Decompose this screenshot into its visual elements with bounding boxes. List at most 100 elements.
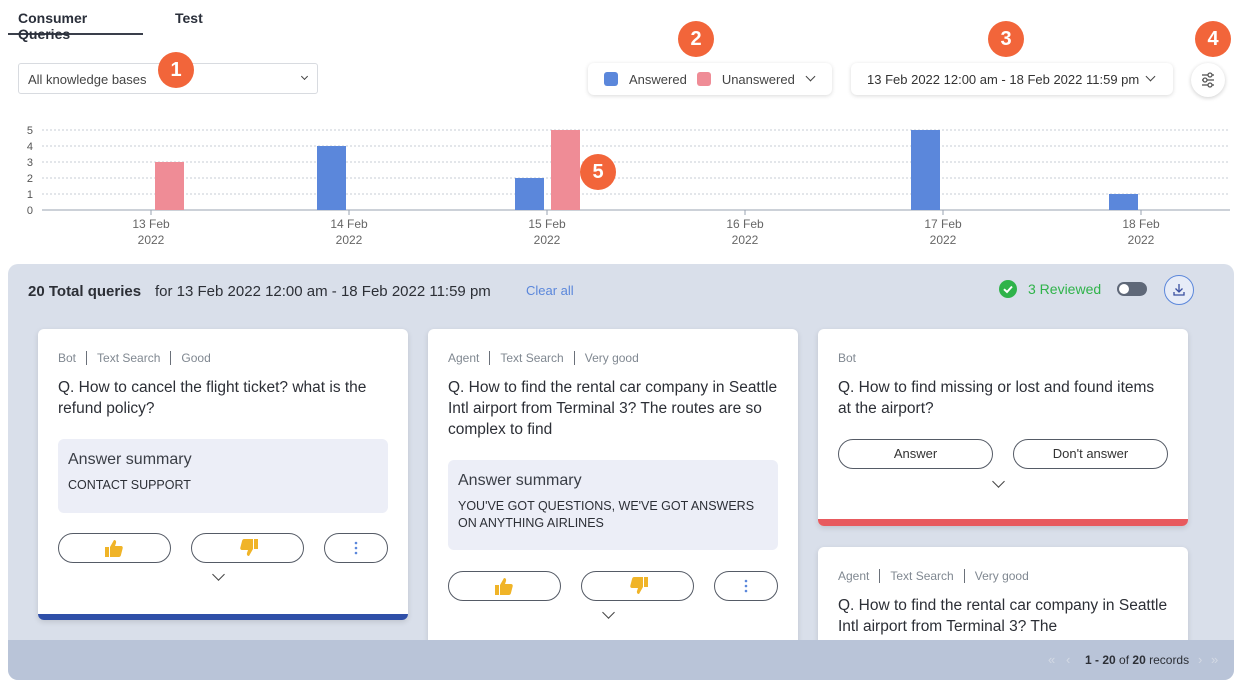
x-tick-label: 2022 xyxy=(138,233,165,247)
check-circle-icon xyxy=(999,280,1017,298)
prev-page-icon[interactable]: ‹ xyxy=(1066,652,1070,667)
thumbs-down-icon xyxy=(629,577,648,594)
queries-panel-header: 20 Total queries for 13 Feb 2022 12:00 a… xyxy=(8,264,1234,318)
answered-bar xyxy=(911,130,940,210)
answered-bar xyxy=(1109,194,1138,210)
last-page-icon[interactable]: » xyxy=(1211,652,1218,667)
x-tick-label: 2022 xyxy=(930,233,957,247)
x-tick-label: 17 Feb xyxy=(924,217,962,231)
query-card[interactable]: Bot Text Search Good Q. How to cancel th… xyxy=(38,329,408,620)
thumbs-up-icon xyxy=(494,578,513,595)
card-status-bar xyxy=(38,614,408,620)
pagination-total: 20 xyxy=(1132,653,1146,667)
search-type-tag: Text Search xyxy=(879,569,963,583)
filter-settings-button[interactable] xyxy=(1191,63,1225,97)
y-tick-label: 5 xyxy=(27,125,33,137)
queries-bar-chart: 0 1 2 3 4 5 13 Feb 2022 14 Feb 2022 15 Feb 2022 16 F… xyxy=(27,125,1230,247)
channel-tag: Agent xyxy=(448,351,480,365)
tab-consumer-queries[interactable]: Consumer Queries xyxy=(8,0,143,42)
x-tick-label: 15 Feb xyxy=(528,217,566,231)
clear-all-link[interactable]: Clear all xyxy=(526,283,574,298)
step-badge-1: 1 xyxy=(158,52,194,88)
download-button[interactable] xyxy=(1164,275,1194,305)
x-tick-label: 18 Feb xyxy=(1122,217,1160,231)
pagination-bar: « ‹ 1 - 20 of 20 records › » xyxy=(8,640,1234,680)
thumbs-up-button[interactable] xyxy=(58,533,171,563)
query-card[interactable]: Bot Q. How to find missing or lost and f… xyxy=(818,329,1188,526)
more-vertical-icon xyxy=(744,579,748,593)
thumbs-down-icon xyxy=(239,539,258,556)
expand-chevron-icon[interactable] xyxy=(992,475,1005,488)
pagination-text: 1 - 20 of 20 records xyxy=(1085,653,1189,667)
pagination-records: records xyxy=(1149,653,1190,667)
total-queries: 20 Total queries xyxy=(28,283,142,300)
answer-summary: Answer summary YOU'VE GOT QUESTIONS, WE'… xyxy=(448,460,778,550)
query-question: Q. How to find the rental car company in… xyxy=(448,379,778,438)
step-badge-4: 4 xyxy=(1195,21,1231,57)
channel-tag: Agent xyxy=(838,569,870,583)
y-tick-label: 0 xyxy=(27,205,33,217)
answer-button[interactable]: Answer xyxy=(838,439,993,469)
answered-swatch xyxy=(604,72,618,86)
search-type-tag: Text Search xyxy=(86,351,170,365)
next-page-icon[interactable]: › xyxy=(1198,652,1202,667)
chevron-down-icon xyxy=(300,72,309,81)
thumbs-up-icon xyxy=(104,540,123,557)
y-tick-label: 1 xyxy=(27,189,33,201)
x-tick-label: 16 Feb xyxy=(726,217,764,231)
thumbs-down-button[interactable] xyxy=(581,571,694,601)
unanswered-label: Unanswered xyxy=(721,71,795,87)
pagination-of: of xyxy=(1119,653,1130,667)
download-icon xyxy=(1173,284,1185,296)
answered-bar xyxy=(317,146,346,210)
answer-summary-text: CONTACT SUPPORT xyxy=(68,478,191,492)
reviewed-toggle[interactable] xyxy=(1117,282,1147,296)
query-tags: Agent Text Search Very good xyxy=(838,569,1039,583)
expand-chevron-icon[interactable] xyxy=(602,606,615,619)
unanswered-bar xyxy=(155,162,184,210)
x-tick-label: 13 Feb xyxy=(132,217,170,231)
more-vertical-icon xyxy=(354,541,358,555)
tab-bar: Consumer Queries Test xyxy=(8,0,213,42)
expand-chevron-icon[interactable] xyxy=(212,568,225,581)
rating-tag: Very good xyxy=(963,569,1039,583)
unanswered-bar xyxy=(551,130,580,210)
toggle-knob xyxy=(1119,284,1129,294)
date-range-value: 13 Feb 2022 12:00 am - 18 Feb 2022 11:59… xyxy=(867,72,1140,87)
y-tick-label: 3 xyxy=(27,157,33,169)
more-options-button[interactable] xyxy=(324,533,388,563)
sliders-icon xyxy=(1202,72,1214,88)
dont-answer-button[interactable]: Don't answer xyxy=(1013,439,1168,469)
query-card[interactable]: Agent Text Search Very good Q. How to fi… xyxy=(428,329,798,669)
query-date-range: for 13 Feb 2022 12:00 am - 18 Feb 2022 1… xyxy=(155,283,491,300)
query-question: Q. How to find the rental car company in… xyxy=(838,597,1168,635)
query-tags: Bot Text Search Good xyxy=(58,351,221,365)
x-tick-label: 14 Feb xyxy=(330,217,368,231)
card-status-bar xyxy=(818,519,1188,526)
answer-summary-title: Answer summary xyxy=(458,472,582,489)
search-type-tag: Text Search xyxy=(489,351,573,365)
channel-tag: Bot xyxy=(58,351,77,365)
query-question: Q. How to cancel the flight ticket? what… xyxy=(58,379,367,417)
y-tick-label: 2 xyxy=(27,173,33,185)
tab-test[interactable]: Test xyxy=(165,0,213,35)
x-tick-label: 2022 xyxy=(1128,233,1155,247)
first-page-icon[interactable]: « xyxy=(1048,652,1055,667)
x-tick-label: 2022 xyxy=(534,233,561,247)
thumbs-up-button[interactable] xyxy=(448,571,561,601)
queries-panel: 20 Total queries for 13 Feb 2022 12:00 a… xyxy=(8,264,1234,680)
query-question: Q. How to find missing or lost and found… xyxy=(838,379,1155,417)
step-badge-3: 3 xyxy=(988,21,1024,57)
answered-bar xyxy=(515,178,544,210)
series-selector[interactable]: Answered Unanswered xyxy=(588,63,832,95)
chevron-down-icon xyxy=(1145,71,1156,82)
step-badge-5: 5 xyxy=(580,154,616,190)
thumbs-down-button[interactable] xyxy=(191,533,304,563)
date-range-picker[interactable]: 13 Feb 2022 12:00 am - 18 Feb 2022 11:59… xyxy=(851,63,1173,95)
rating-tag: Very good xyxy=(573,351,649,365)
answer-summary: Answer summary CONTACT SUPPORT xyxy=(58,439,388,513)
query-tags: Agent Text Search Very good xyxy=(448,351,649,365)
x-tick-label: 2022 xyxy=(732,233,759,247)
more-options-button[interactable] xyxy=(714,571,778,601)
rating-tag: Good xyxy=(170,351,220,365)
